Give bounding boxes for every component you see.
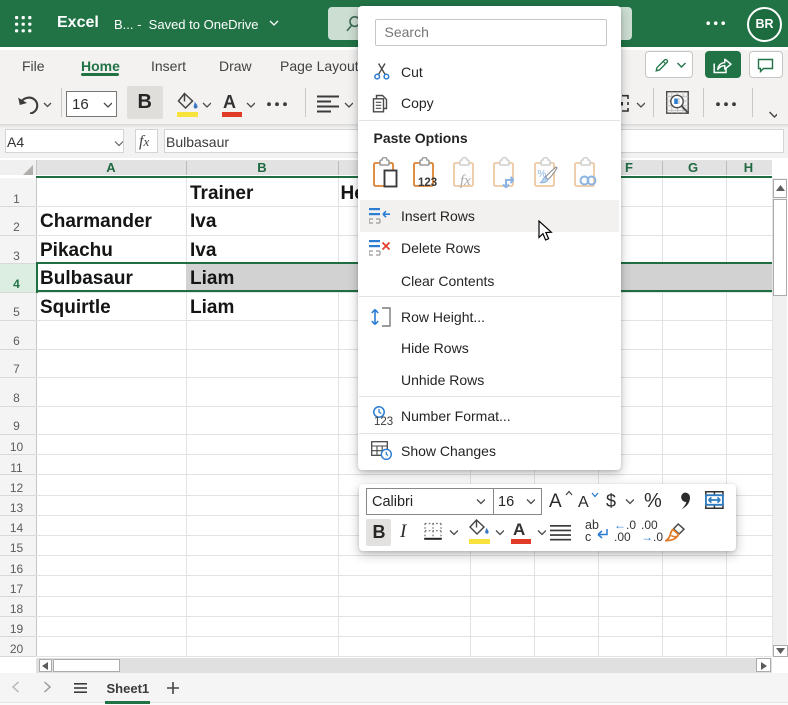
svg-text:fx: fx: [460, 173, 471, 189]
svg-text:123: 123: [418, 177, 437, 189]
